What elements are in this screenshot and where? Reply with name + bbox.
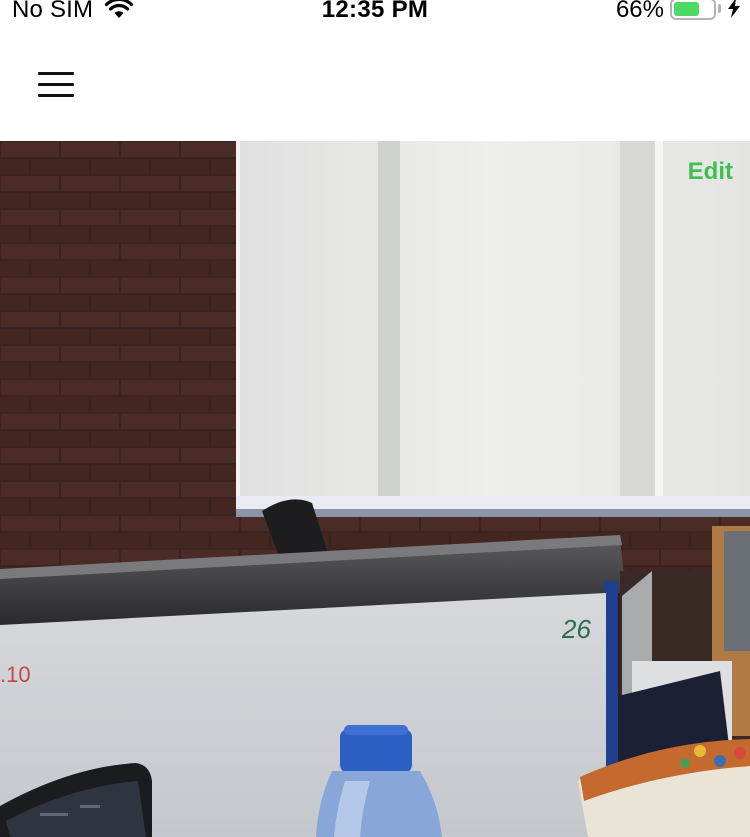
battery-level: [674, 2, 699, 16]
battery-percent: 66%: [615, 0, 664, 23]
edit-button[interactable]: Edit: [688, 158, 733, 186]
board-number-right: 26: [561, 614, 591, 644]
battery-icon: [670, 0, 716, 20]
photo-preview: .10 26: [0, 141, 750, 837]
office-photo: .10 26: [0, 141, 750, 837]
charging-bolt-icon: [728, 0, 740, 18]
hamburger-menu-icon[interactable]: [36, 72, 76, 98]
brick-wall: [0, 141, 236, 571]
window-blinds: [236, 141, 750, 506]
status-bar: No SIM 12:35 PM 66%: [0, 0, 750, 24]
water-bottle: [340, 729, 412, 773]
battery-cap: [718, 4, 721, 13]
board-number-left: .10: [0, 662, 31, 687]
nav-bar: [0, 24, 750, 141]
